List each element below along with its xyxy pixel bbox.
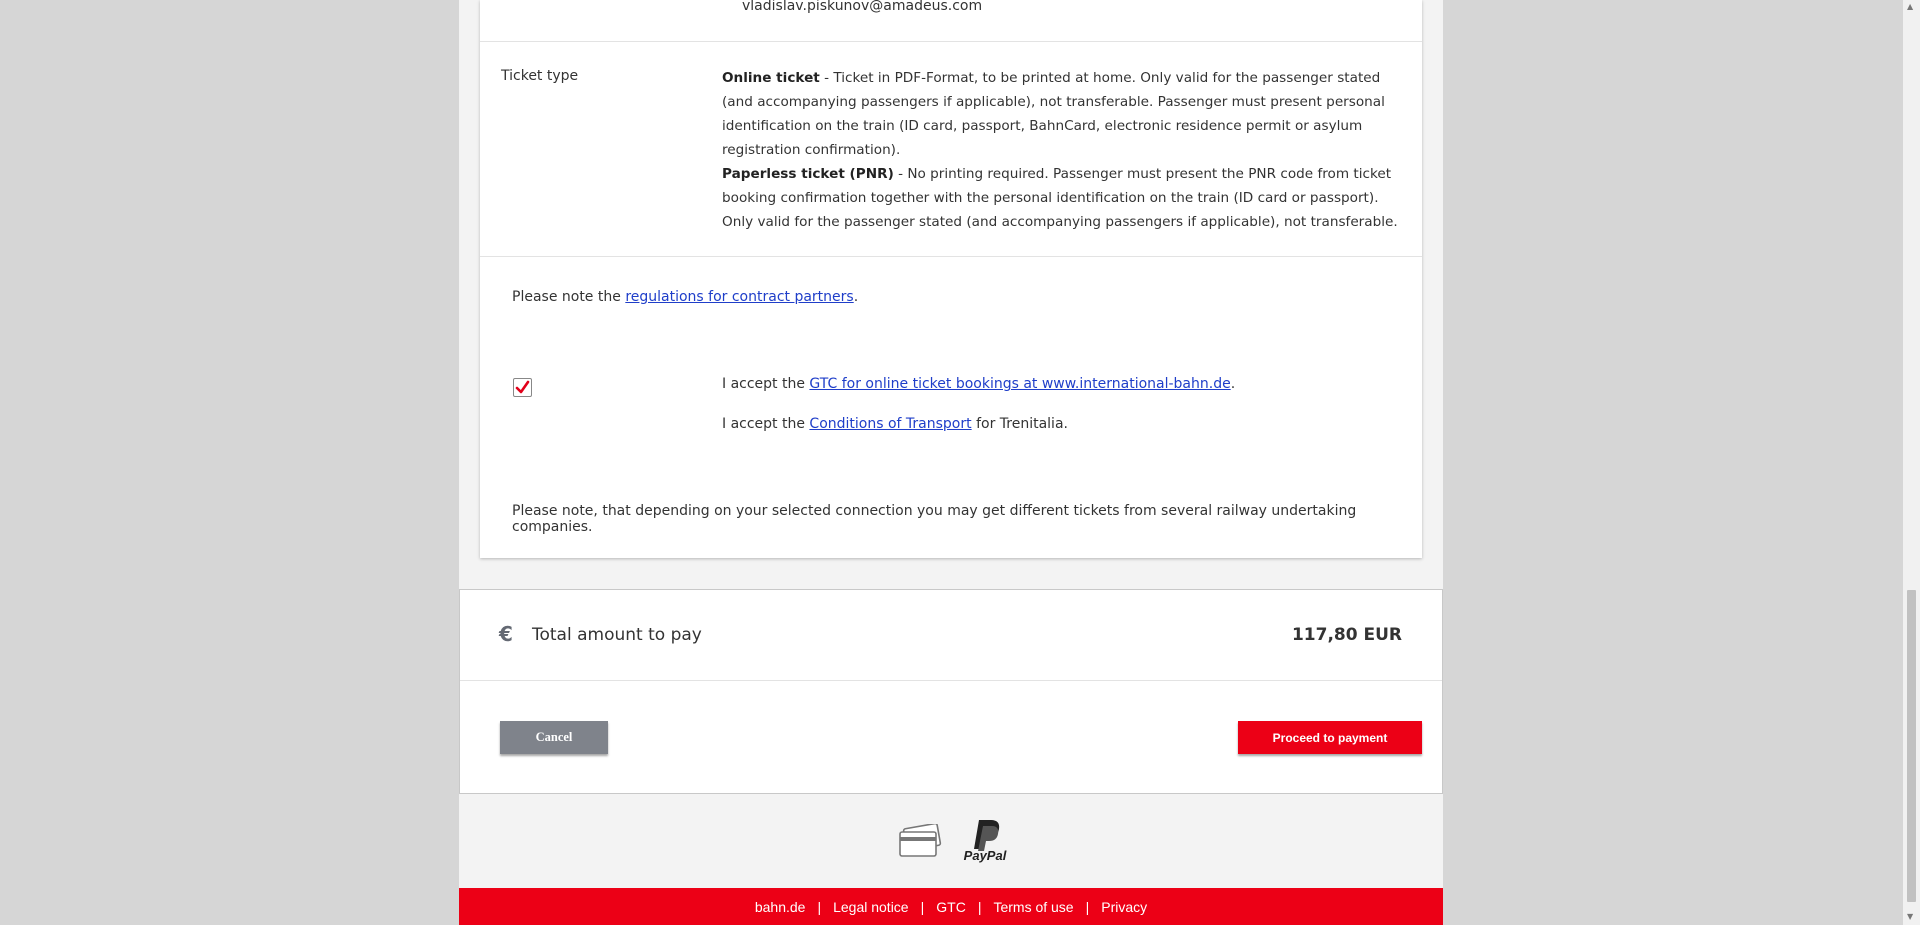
regulations-link[interactable]: regulations for contract partners: [625, 289, 853, 305]
gtc-suffix: .: [1230, 376, 1236, 392]
accept-transport-text: I accept the Conditions of Transport for…: [722, 416, 1068, 432]
footer-link-gtc[interactable]: GTC: [936, 899, 966, 915]
scroll-up-arrow-icon[interactable]: ▲: [1907, 2, 1913, 11]
page-container: vladislav.piskunov@amadeus.com Ticket ty…: [459, 0, 1443, 925]
footer-link-privacy[interactable]: Privacy: [1101, 899, 1147, 915]
proceed-to-payment-button[interactable]: Proceed to payment: [1238, 721, 1422, 754]
transport-suffix: for Trenitalia.: [971, 416, 1068, 432]
paperless-ticket-title: Paperless ticket (PNR): [722, 166, 894, 182]
footer-separator: |: [977, 898, 982, 915]
checkmark-icon: [515, 380, 530, 394]
payment-methods: PayPal: [459, 792, 1443, 888]
accept-terms-checkbox[interactable]: [513, 378, 532, 397]
transport-prefix: I accept the: [722, 416, 810, 432]
footer-link-bahn[interactable]: bahn.de: [755, 899, 806, 915]
paypal-text: PayPal: [963, 848, 1007, 863]
booking-details-card: vladislav.piskunov@amadeus.com Ticket ty…: [480, 0, 1422, 558]
ticket-type-description: Online ticket - Ticket in PDF-Format, to…: [722, 66, 1402, 234]
total-section: € Total amount to pay 117,80 EUR Cancel …: [459, 589, 1443, 794]
regulations-note: Please note the regulations for contract…: [512, 289, 858, 305]
cancel-button[interactable]: Cancel: [500, 721, 608, 754]
total-label: Total amount to pay: [532, 625, 702, 645]
footer-link-legal-notice[interactable]: Legal notice: [833, 899, 909, 915]
gtc-link[interactable]: GTC for online ticket bookings at www.in…: [809, 376, 1230, 392]
footer-separator: |: [817, 898, 822, 915]
euro-icon: €: [499, 622, 513, 646]
footer-link-terms-of-use[interactable]: Terms of use: [993, 899, 1073, 915]
online-ticket-title: Online ticket: [722, 70, 820, 86]
credit-card-icon: [899, 824, 942, 857]
paypal-icon: PayPal: [959, 818, 1011, 870]
footer: bahn.de | Legal notice | GTC | Terms of …: [459, 888, 1443, 925]
footer-separator: |: [920, 898, 925, 915]
online-ticket-text: - Ticket in PDF-Format, to be printed at…: [722, 70, 1385, 158]
divider: [480, 256, 1422, 257]
regulations-prefix: Please note the: [512, 289, 626, 305]
scroll-down-arrow-icon[interactable]: ▼: [1907, 912, 1913, 921]
accept-gtc-text: I accept the GTC for online ticket booki…: [722, 376, 1235, 392]
gtc-prefix: I accept the: [722, 376, 810, 392]
contact-email: vladislav.piskunov@amadeus.com: [742, 0, 983, 14]
vertical-scrollbar[interactable]: ▲ ▼: [1903, 0, 1920, 925]
scrollbar-thumb[interactable]: [1907, 590, 1916, 902]
divider: [460, 680, 1442, 681]
regulations-suffix: .: [853, 289, 859, 305]
ticket-type-label: Ticket type: [501, 68, 579, 84]
total-amount: 117,80 EUR: [1291, 625, 1402, 645]
railway-companies-note: Please note, that depending on your sele…: [512, 503, 1357, 535]
footer-separator: |: [1085, 898, 1090, 915]
divider: [480, 41, 1422, 42]
conditions-of-transport-link[interactable]: Conditions of Transport: [809, 416, 971, 432]
